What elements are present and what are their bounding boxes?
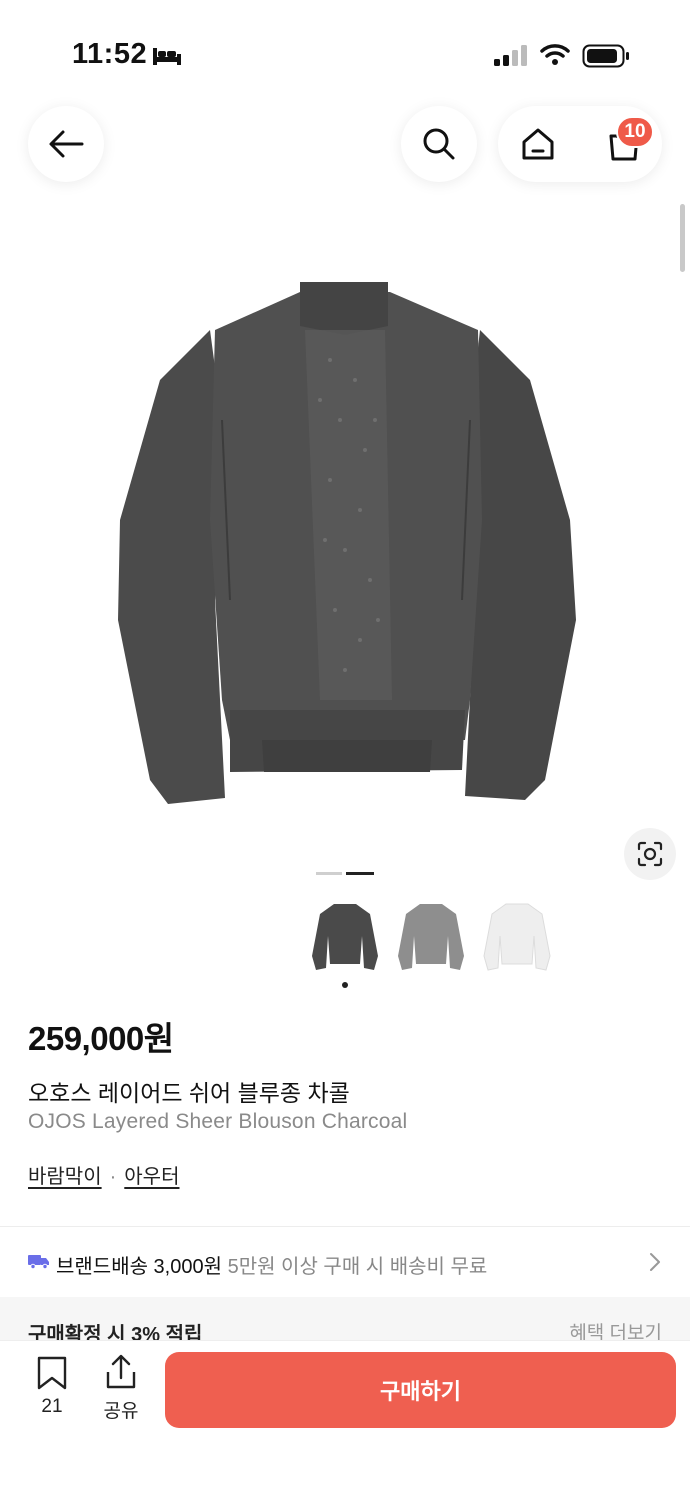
product-name-english: OJOS Layered Sheer Blouson Charcoal: [28, 1110, 408, 1133]
back-arrow-icon: [49, 130, 84, 158]
category-breadcrumb: 바람막이 · 아우터: [28, 1160, 179, 1189]
search-icon: [423, 128, 455, 160]
share-icon[interactable]: [104, 1354, 138, 1390]
home-icon: [522, 128, 554, 160]
image-page-indicator-1: [316, 872, 342, 875]
delivery-text: 브랜드배송 3,000원 5만원 이상 구매 시 배송비 무료: [56, 1250, 487, 1279]
image-search-button[interactable]: [624, 828, 676, 880]
image-page-indicator-2: [346, 872, 374, 875]
delivery-fee: 브랜드배송 3,000원: [56, 1256, 223, 1278]
wifi-icon: [540, 44, 570, 65]
cellular-signal-icon: [494, 45, 527, 66]
color-thumbnail-white[interactable]: [480, 896, 554, 974]
search-button[interactable]: [401, 106, 477, 182]
category-link-windbreaker[interactable]: 바람막이: [28, 1166, 102, 1188]
category-separator: ·: [109, 1166, 117, 1188]
lens-scan-icon: [637, 841, 663, 867]
share-label: 공유: [103, 1401, 139, 1422]
buy-button[interactable]: 구매하기: [165, 1352, 676, 1428]
chevron-right-icon: [650, 1253, 660, 1271]
status-bar: 11:52: [0, 0, 690, 100]
section-divider: [0, 1226, 690, 1227]
battery-icon: [582, 44, 629, 68]
category-link-outer[interactable]: 아우터: [124, 1166, 179, 1188]
color-thumbnail-gray[interactable]: [394, 896, 468, 974]
bookmark-count: 21: [41, 1396, 63, 1417]
color-thumbnail-charcoal[interactable]: [308, 896, 382, 974]
home-button[interactable]: [500, 106, 576, 182]
bookmark-icon[interactable]: [36, 1356, 68, 1390]
back-button[interactable]: [28, 106, 104, 182]
selected-color-dot: [342, 982, 348, 988]
product-name-korean: 오호스 레이어드 쉬어 블루종 차콜: [28, 1080, 350, 1106]
delivery-truck-icon: [28, 1255, 49, 1269]
delivery-free-condition: 5만원 이상 구매 시 배송비 무료: [227, 1256, 488, 1278]
product-price: 259,000원: [28, 1020, 174, 1057]
sleep-focus-icon: [153, 48, 181, 65]
cart-count-badge: 10: [616, 116, 654, 148]
product-image[interactable]: [0, 250, 690, 830]
status-time: 11:52: [72, 38, 148, 70]
